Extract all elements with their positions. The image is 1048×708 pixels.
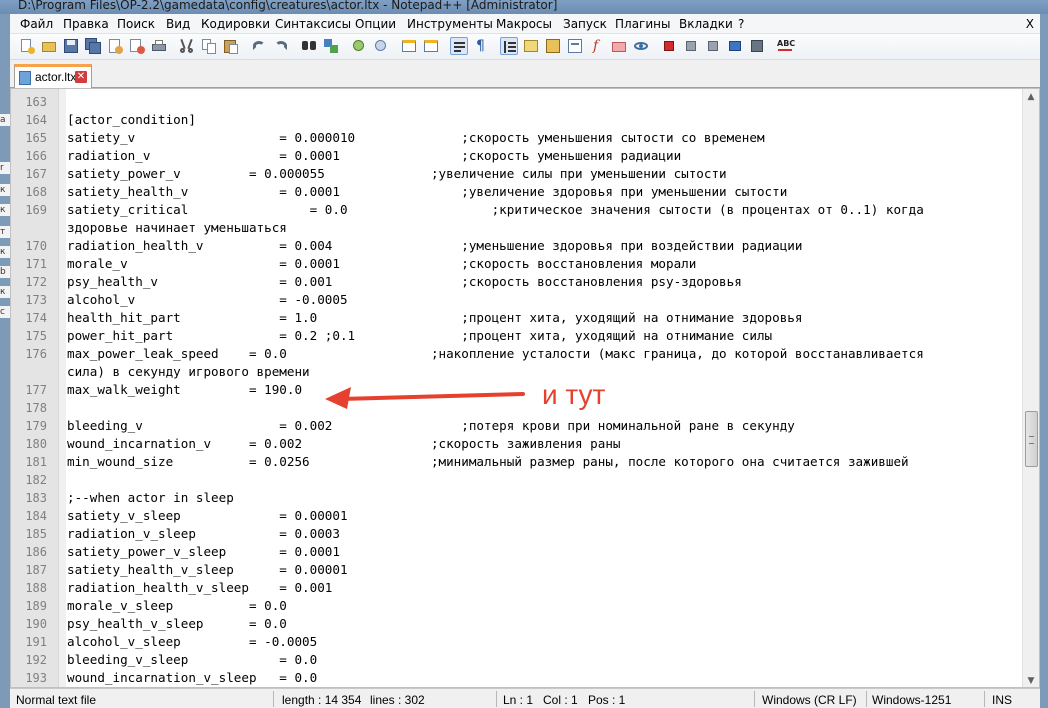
menu-file[interactable]: Файл — [20, 16, 53, 32]
toolbar: ¶ f ABC — [10, 34, 1040, 60]
function-list-icon[interactable] — [566, 37, 584, 55]
word-wrap-icon[interactable] — [450, 37, 468, 55]
text-editor[interactable]: 163 164 [actor_condition] 165 satiety_v = 0.… — [10, 88, 1040, 688]
background-fragment: с — [0, 306, 10, 318]
paste-icon[interactable] — [222, 37, 240, 55]
close-document-button[interactable]: X — [1026, 16, 1034, 32]
background-fragment: r — [0, 162, 10, 174]
status-lines: lines : 302 — [370, 693, 425, 707]
tab-close-icon[interactable]: ✕ — [75, 71, 87, 83]
menu-run[interactable]: Запуск — [563, 16, 607, 32]
sync-horizontal-icon[interactable] — [422, 37, 440, 55]
annotation-arrow — [325, 387, 525, 409]
status-separator — [273, 691, 274, 707]
vertical-scrollbar[interactable]: ▲ ▼ — [1022, 89, 1039, 687]
menu-help[interactable]: ? — [738, 16, 744, 32]
status-encoding[interactable]: Windows-1251 — [872, 692, 951, 708]
status-separator — [496, 691, 497, 707]
user-defined-language-icon[interactable] — [522, 37, 540, 55]
menu-edit[interactable]: Правка — [63, 16, 109, 32]
record-macro-icon[interactable] — [660, 37, 678, 55]
function-icon[interactable]: f — [588, 37, 606, 55]
status-length: length : 14 354 — [282, 693, 362, 707]
background-fragment: т — [0, 226, 10, 238]
close-all-icon[interactable] — [128, 37, 146, 55]
tab-actor-ltx[interactable]: actor.ltx ✕ — [14, 64, 92, 88]
menu-options[interactable]: Опции — [355, 16, 396, 32]
save-all-icon[interactable] — [84, 37, 102, 55]
menu-encoding[interactable]: Кодировки — [201, 16, 270, 32]
background-fragment: к — [0, 204, 10, 216]
spell-check-icon[interactable]: ABC — [776, 37, 795, 55]
status-eol[interactable]: Windows (CR LF) — [762, 692, 857, 708]
scroll-down-icon[interactable]: ▼ — [1023, 673, 1039, 687]
menu-syntax[interactable]: Синтаксисы — [275, 16, 351, 32]
status-pos: Pos : 1 — [588, 693, 626, 707]
status-separator — [984, 691, 985, 707]
close-file-icon[interactable] — [106, 37, 124, 55]
menu-view[interactable]: Вид — [166, 16, 190, 32]
document-icon — [19, 71, 31, 85]
new-file-icon[interactable] — [18, 37, 36, 55]
indent-guide-icon[interactable] — [500, 37, 518, 55]
notepadpp-window: Файл Правка Поиск Вид Кодировки Синтакси… — [10, 14, 1040, 708]
menu-tools[interactable]: Инструменты — [407, 16, 493, 32]
undo-icon[interactable] — [250, 37, 268, 55]
menu-plugins[interactable]: Плагины — [615, 16, 670, 32]
folder-workspace-icon[interactable] — [610, 37, 628, 55]
window-border-right — [1040, 14, 1048, 708]
background-window-strip: a r к к т к b к с — [0, 14, 10, 708]
tab-bar: actor.ltx ✕ — [10, 60, 1040, 88]
scroll-up-icon[interactable]: ▲ — [1023, 89, 1039, 105]
background-fragment: b — [0, 266, 10, 278]
play-macro-icon[interactable] — [704, 37, 722, 55]
menu-tabs[interactable]: Вкладки — [679, 16, 733, 32]
scroll-thumb[interactable] — [1025, 411, 1038, 467]
save-macro-icon[interactable] — [748, 37, 766, 55]
run-macro-multiple-icon[interactable] — [726, 37, 744, 55]
tab-label: actor.ltx — [35, 70, 77, 84]
redo-icon[interactable] — [272, 37, 290, 55]
zoom-out-icon[interactable] — [372, 37, 390, 55]
background-fragment: к — [0, 286, 10, 298]
open-file-icon[interactable] — [40, 37, 58, 55]
background-fragment: a — [0, 114, 10, 126]
menu-bar: Файл Правка Поиск Вид Кодировки Синтакси… — [10, 14, 1040, 34]
background-fragment: к — [0, 184, 10, 196]
window-title: D:\Program Files\OP-2.2\gamedata\config\… — [0, 0, 1048, 14]
monitoring-eye-icon[interactable] — [632, 37, 650, 55]
find-icon[interactable] — [300, 37, 318, 55]
status-bar: Normal text file length : 14 354 lines :… — [10, 688, 1040, 708]
status-doc-type: Normal text file — [16, 693, 97, 707]
status-separator — [754, 691, 755, 707]
save-icon[interactable] — [62, 37, 80, 55]
show-all-characters-icon[interactable]: ¶ — [472, 37, 490, 55]
menu-search[interactable]: Поиск — [117, 16, 155, 32]
status-insert-mode[interactable]: INS — [992, 692, 1012, 708]
zoom-in-icon[interactable] — [350, 37, 368, 55]
status-col: Col : 1 — [543, 693, 578, 707]
cut-icon[interactable] — [178, 37, 196, 55]
print-icon[interactable] — [150, 37, 168, 55]
stop-macro-icon[interactable] — [682, 37, 700, 55]
replace-icon[interactable] — [322, 37, 340, 55]
document-map-icon[interactable] — [544, 37, 562, 55]
copy-icon[interactable] — [200, 37, 218, 55]
background-fragment: к — [0, 246, 10, 258]
menu-macros[interactable]: Макросы — [496, 16, 552, 32]
annotation-text: и тут — [542, 379, 606, 410]
status-separator — [866, 691, 867, 707]
status-ln: Ln : 1 — [503, 693, 534, 707]
sync-vertical-icon[interactable] — [400, 37, 418, 55]
